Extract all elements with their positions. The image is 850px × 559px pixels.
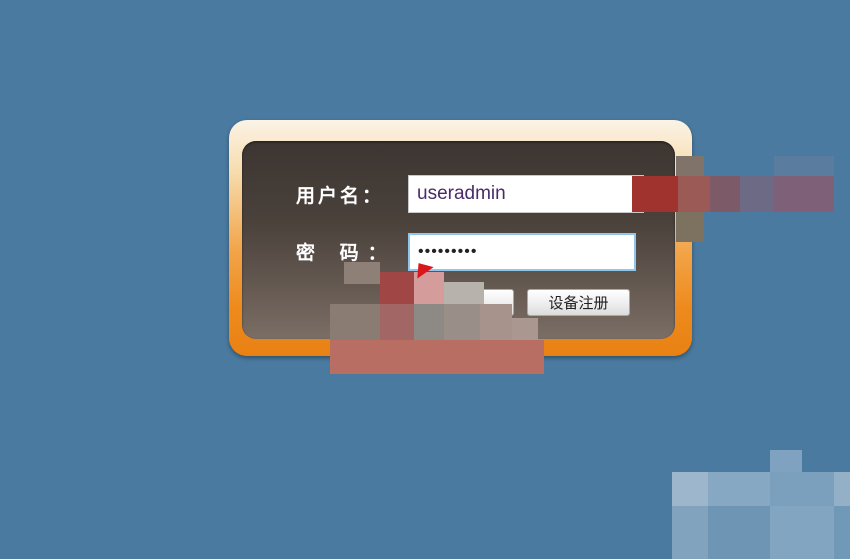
register-device-button[interactable]: 设备注册 — [527, 289, 630, 316]
password-input[interactable] — [408, 233, 636, 271]
password-label: 密 码： — [296, 242, 396, 264]
username-input[interactable] — [408, 175, 644, 213]
username-label: 用户名： — [296, 185, 385, 207]
